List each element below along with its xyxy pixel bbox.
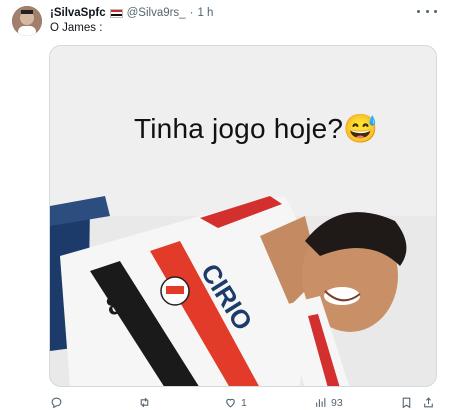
action-bar: 1 93 [50, 396, 440, 410]
tweet-text: O James : [50, 22, 103, 34]
bookmark-icon [402, 397, 411, 409]
avatar[interactable] [12, 6, 42, 36]
user-handle[interactable]: @Silva9rs_ [127, 7, 186, 19]
more-icon[interactable] [417, 4, 437, 18]
sweat-smile-emoji: 😅 [343, 113, 379, 144]
retweet-icon [140, 397, 149, 408]
retweet-button[interactable] [138, 396, 155, 409]
views-icon [316, 398, 326, 407]
media-image: 8 CIRIO [50, 46, 436, 386]
views-count: 93 [331, 396, 343, 409]
display-name[interactable]: ¡SilvaSpfc [50, 7, 106, 19]
reply-button[interactable] [50, 396, 67, 409]
tweet-media[interactable]: 8 CIRIO Tinha jogo hoje?😅 [49, 45, 437, 387]
separator-dot: · [189, 7, 194, 19]
bookmark-button[interactable] [400, 396, 413, 409]
timestamp[interactable]: 1 h [197, 7, 213, 19]
share-icon [424, 397, 433, 408]
like-count: 1 [241, 396, 247, 409]
like-button[interactable]: 1 [224, 396, 247, 409]
flag-icon [109, 8, 123, 18]
tweet-card[interactable]: ¡SilvaSpfc @Silva9rs_ · 1 h O James : 8 … [0, 0, 449, 410]
share-button[interactable] [422, 396, 435, 409]
caption-text: Tinha jogo hoje? [134, 113, 344, 144]
reply-icon [51, 397, 62, 409]
media-caption: Tinha jogo hoje?😅 [134, 112, 378, 145]
tweet-header: ¡SilvaSpfc @Silva9rs_ · 1 h [50, 5, 213, 21]
views-button[interactable]: 93 [314, 396, 343, 409]
heart-icon [226, 398, 235, 408]
